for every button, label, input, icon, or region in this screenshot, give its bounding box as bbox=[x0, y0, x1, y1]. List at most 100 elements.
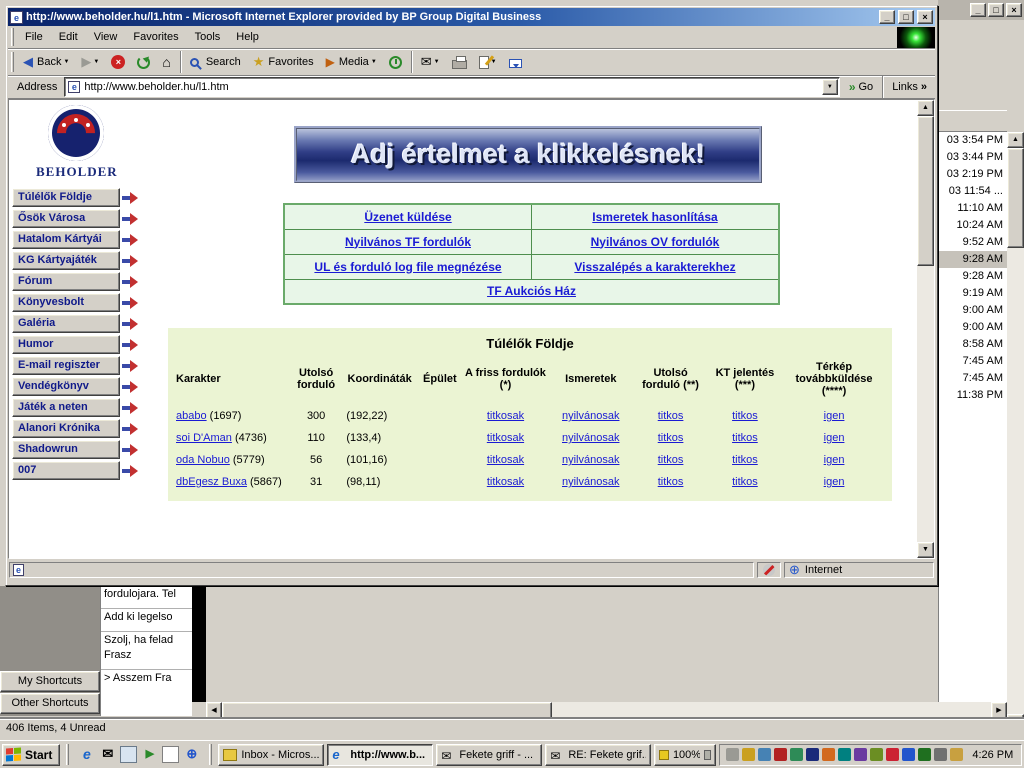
message-time[interactable]: 03 3:54 PM bbox=[939, 132, 1007, 149]
tray-icon[interactable] bbox=[902, 748, 915, 761]
tray-icon[interactable] bbox=[822, 748, 835, 761]
link-uzenet-kuldese[interactable]: Üzenet küldése bbox=[364, 210, 451, 224]
message-time[interactable]: 03 11:54 ... bbox=[939, 183, 1007, 200]
task-inbox[interactable]: Inbox - Micros... bbox=[218, 744, 324, 766]
scroll-right-icon[interactable]: ▶ bbox=[991, 702, 1007, 719]
kt-report-link[interactable]: titkos bbox=[732, 454, 758, 466]
sidebar-item-hatalom-kartyai[interactable]: Hatalom Kártyái bbox=[12, 230, 120, 249]
menu-favorites[interactable]: Favorites bbox=[125, 28, 186, 46]
quicklaunch-document-icon[interactable] bbox=[162, 746, 179, 763]
links-toolbar[interactable]: Links bbox=[886, 81, 933, 93]
sidebar-item-jatek-a-neten[interactable]: Játék a neten bbox=[12, 398, 120, 417]
fresh-rounds-link[interactable]: titkosak bbox=[487, 454, 524, 466]
fresh-rounds-link[interactable]: titkosak bbox=[487, 410, 524, 422]
scrollbar-thumb[interactable] bbox=[1007, 148, 1024, 248]
kt-report-link[interactable]: titkos bbox=[732, 410, 758, 422]
stop-button[interactable]: × bbox=[105, 50, 131, 74]
quicklaunch-grip[interactable] bbox=[66, 744, 69, 766]
address-input[interactable]: e http://www.beholder.hu/l1.htm ▼ bbox=[64, 77, 839, 97]
minimize-icon[interactable]: _ bbox=[879, 10, 895, 24]
message-time[interactable]: 9:28 AM bbox=[939, 268, 1007, 285]
tray-icon[interactable] bbox=[790, 748, 803, 761]
quicklaunch-mail-icon[interactable] bbox=[99, 746, 116, 763]
message-time[interactable]: 03 3:44 PM bbox=[939, 149, 1007, 166]
search-button[interactable]: Search bbox=[184, 50, 247, 74]
scrollbar-thumb[interactable] bbox=[917, 116, 934, 266]
kt-report-link[interactable]: titkos bbox=[732, 476, 758, 488]
home-button[interactable] bbox=[156, 50, 176, 74]
address-url[interactable]: http://www.beholder.hu/l1.htm bbox=[84, 81, 817, 93]
edit-button[interactable]: ▼ bbox=[473, 50, 503, 74]
media-dropdown-icon[interactable]: ▼ bbox=[371, 59, 377, 65]
menu-view[interactable]: View bbox=[86, 28, 126, 46]
background-vertical-scrollbar[interactable]: ▲ ▼ bbox=[1007, 132, 1024, 730]
last-round-link[interactable]: titkos bbox=[658, 454, 684, 466]
sidebar-item-tulelok-foldje[interactable]: Túlélők Földje bbox=[12, 188, 120, 207]
tray-icon[interactable] bbox=[726, 748, 739, 761]
scroll-left-icon[interactable]: ◀ bbox=[206, 702, 222, 719]
tray-icon[interactable] bbox=[742, 748, 755, 761]
menu-file[interactable]: File bbox=[17, 28, 51, 46]
beholder-logo[interactable]: BEHOLDER bbox=[36, 105, 116, 180]
message-time[interactable]: 11:38 PM bbox=[939, 387, 1007, 404]
ie-titlebar[interactable]: e http://www.beholder.hu/l1.htm - Micros… bbox=[8, 8, 935, 26]
sidebar-item-vendegkonyv[interactable]: Vendégkönyv bbox=[12, 377, 120, 396]
task-ie-beholder[interactable]: e http://www.b... bbox=[327, 744, 433, 766]
sidebar-item-007[interactable]: 007 bbox=[12, 461, 120, 480]
sidebar-item-forum[interactable]: Fórum bbox=[12, 272, 120, 291]
toolbar-grip[interactable] bbox=[11, 52, 14, 73]
scroll-down-icon[interactable]: ▼ bbox=[917, 542, 934, 558]
message-time[interactable]: 7:45 AM bbox=[939, 370, 1007, 387]
link-ul-log-megnezese[interactable]: UL és forduló log file megnézése bbox=[314, 260, 501, 274]
menu-help[interactable]: Help bbox=[228, 28, 267, 46]
message-time[interactable]: 11:10 AM bbox=[939, 200, 1007, 217]
sidebar-item-humor[interactable]: Humor bbox=[12, 335, 120, 354]
map-forward-link[interactable]: igen bbox=[824, 454, 845, 466]
tray-icon[interactable] bbox=[950, 748, 963, 761]
tray-icon[interactable] bbox=[870, 748, 883, 761]
task-battery-100[interactable]: 100% bbox=[654, 744, 716, 766]
tray-icon[interactable] bbox=[838, 748, 851, 761]
task-re-fekete-griff[interactable]: RE: Fekete grif... bbox=[545, 744, 651, 766]
forward-button[interactable]: ▼ bbox=[75, 50, 105, 74]
go-button[interactable]: Go bbox=[843, 78, 879, 96]
knowledge-link[interactable]: nyilvánosak bbox=[562, 454, 619, 466]
sidebar-item-alanori-kronika[interactable]: Alanori Krónika bbox=[12, 419, 120, 438]
link-visszalepes-karakterekhez[interactable]: Visszalépés a karakterekhez bbox=[574, 260, 735, 274]
tray-icon[interactable] bbox=[854, 748, 867, 761]
sidebar-item-email-regiszter[interactable]: E-mail regiszter bbox=[12, 356, 120, 375]
maximize-icon[interactable]: □ bbox=[988, 3, 1004, 17]
page-vertical-scrollbar[interactable]: ▲ ▼ bbox=[917, 100, 934, 558]
other-shortcuts-button[interactable]: Other Shortcuts bbox=[0, 693, 100, 714]
sidebar-item-galeria[interactable]: Galéria bbox=[12, 314, 120, 333]
taskbar-clock[interactable]: 4:26 PM bbox=[966, 749, 1013, 761]
message-time-selected[interactable]: 9:28 AM bbox=[939, 251, 1007, 268]
sidebar-item-osok-varosa[interactable]: Ősök Városa bbox=[12, 209, 120, 228]
message-time[interactable]: 10:24 AM bbox=[939, 217, 1007, 234]
close-icon[interactable]: × bbox=[917, 10, 933, 24]
quicklaunch-show-desktop-icon[interactable] bbox=[120, 746, 137, 763]
map-forward-link[interactable]: igen bbox=[824, 476, 845, 488]
ad-banner[interactable]: Adj értelmet a klikkelésnek! bbox=[294, 126, 762, 183]
address-dropdown-icon[interactable]: ▼ bbox=[822, 79, 838, 95]
tray-icon[interactable] bbox=[886, 748, 899, 761]
message-time[interactable]: 9:00 AM bbox=[939, 302, 1007, 319]
refresh-button[interactable] bbox=[131, 50, 156, 74]
back-dropdown-icon[interactable]: ▼ bbox=[63, 59, 69, 65]
sidebar-item-konyvesbolt[interactable]: Könyvesbolt bbox=[12, 293, 120, 312]
scroll-up-icon[interactable]: ▲ bbox=[917, 100, 934, 116]
kt-report-link[interactable]: titkos bbox=[732, 432, 758, 444]
last-round-link[interactable]: titkos bbox=[658, 432, 684, 444]
back-button[interactable]: Back ▼ bbox=[17, 50, 75, 74]
mail-dropdown-icon[interactable]: ▼ bbox=[434, 59, 440, 65]
message-time[interactable]: 8:58 AM bbox=[939, 336, 1007, 353]
scroll-up-icon[interactable]: ▲ bbox=[1007, 132, 1024, 148]
link-ismeretek-hasonlitasa[interactable]: Ismeretek hasonlítása bbox=[592, 210, 717, 224]
message-list-column-header[interactable] bbox=[938, 110, 1007, 132]
close-icon[interactable]: × bbox=[1006, 3, 1022, 17]
knowledge-link[interactable]: nyilvánosak bbox=[562, 476, 619, 488]
history-button[interactable] bbox=[383, 50, 408, 74]
menubar-grip[interactable] bbox=[11, 28, 14, 46]
links-chevron-icon[interactable] bbox=[921, 81, 927, 93]
last-round-link[interactable]: titkos bbox=[658, 476, 684, 488]
